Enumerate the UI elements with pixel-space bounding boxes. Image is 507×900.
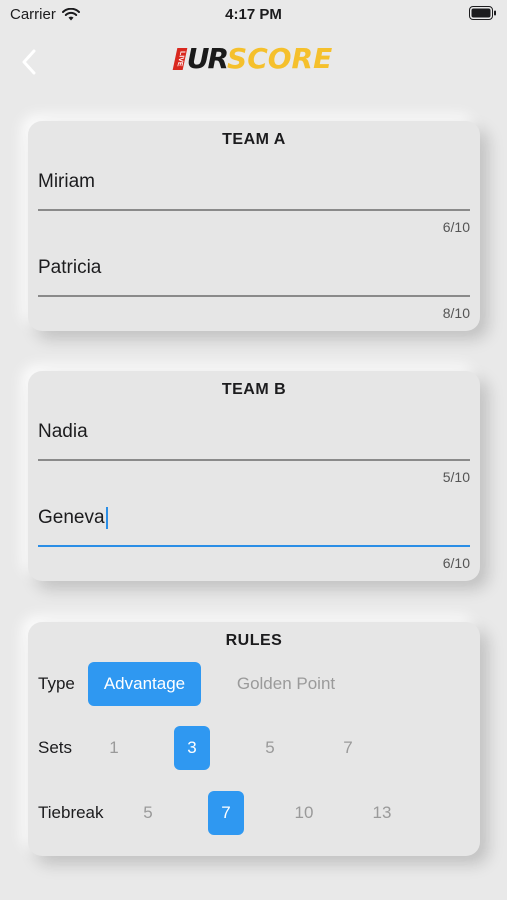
type-option-golden-point[interactable]: Golden Point	[216, 662, 356, 706]
rule-type-row: Type Advantage Golden Point	[38, 662, 470, 706]
team-a-card: TEAM A Miriam 6/10 Patricia 8/10	[28, 121, 480, 331]
rule-sets-row: Sets 1 3 5 7	[38, 726, 470, 770]
team-b-player-1-underline	[38, 459, 470, 461]
tiebreak-option-10[interactable]: 10	[286, 791, 322, 835]
sets-option-1[interactable]: 1	[96, 726, 132, 770]
rule-tiebreak-row: Tiebreak 5 7 10 13	[38, 791, 470, 835]
team-a-player-1-field[interactable]: Miriam 6/10	[38, 169, 470, 249]
status-bar: Carrier 4:17 PM	[0, 0, 507, 28]
team-b-player-1-input[interactable]: Nadia	[38, 419, 88, 445]
sets-option-5[interactable]: 5	[252, 726, 288, 770]
tiebreak-option-5[interactable]: 5	[130, 791, 166, 835]
tiebreak-option-7[interactable]: 7	[208, 791, 244, 835]
team-b-player-2-field[interactable]: Geneva 6/10	[38, 505, 470, 585]
app-logo: LIVE UR SCORE	[0, 42, 507, 75]
rule-type-label: Type	[38, 674, 75, 693]
team-a-player-2-counter: 8/10	[442, 305, 470, 321]
sets-option-3[interactable]: 3	[174, 726, 210, 770]
rule-tiebreak-label: Tiebreak	[38, 803, 104, 822]
logo-mark: LIVE UR SCORE	[172, 42, 333, 75]
logo-badge: LIVE	[172, 47, 188, 70]
team-b-player-2-counter: 6/10	[442, 555, 470, 571]
status-time: 4:17 PM	[225, 6, 282, 23]
team-a-player-1-counter: 6/10	[442, 219, 470, 235]
team-b-player-1-counter: 5/10	[442, 469, 470, 485]
team-a-player-2-field[interactable]: Patricia 8/10	[38, 255, 470, 335]
rules-title: RULES	[225, 632, 283, 649]
team-a-player-2-underline	[38, 295, 470, 297]
team-a-title: TEAM A	[222, 131, 286, 148]
team-b-player-2-text: Geneva	[38, 507, 105, 528]
team-a-player-2-input[interactable]: Patricia	[38, 255, 101, 281]
app-header: LIVE UR SCORE	[0, 40, 507, 84]
team-b-player-2-input[interactable]: Geneva	[38, 505, 108, 531]
team-b-title: TEAM B	[221, 381, 287, 398]
team-b-card: TEAM B Nadia 5/10 Geneva 6/10	[28, 371, 480, 581]
team-b-player-1-field[interactable]: Nadia 5/10	[38, 419, 470, 499]
tiebreak-option-13[interactable]: 13	[364, 791, 400, 835]
logo-score: SCORE	[227, 42, 333, 75]
text-caret	[105, 506, 108, 529]
team-b-player-2-underline	[38, 545, 470, 547]
logo-ur: UR	[186, 42, 229, 75]
team-a-player-1-input[interactable]: Miriam	[38, 169, 95, 195]
team-a-player-1-underline	[38, 209, 470, 211]
rules-card: RULES Type Advantage Golden Point Sets 1…	[28, 622, 480, 856]
sets-option-7[interactable]: 7	[330, 726, 366, 770]
rule-sets-label: Sets	[38, 738, 73, 757]
battery-icon	[469, 6, 497, 25]
type-option-advantage[interactable]: Advantage	[88, 662, 201, 706]
